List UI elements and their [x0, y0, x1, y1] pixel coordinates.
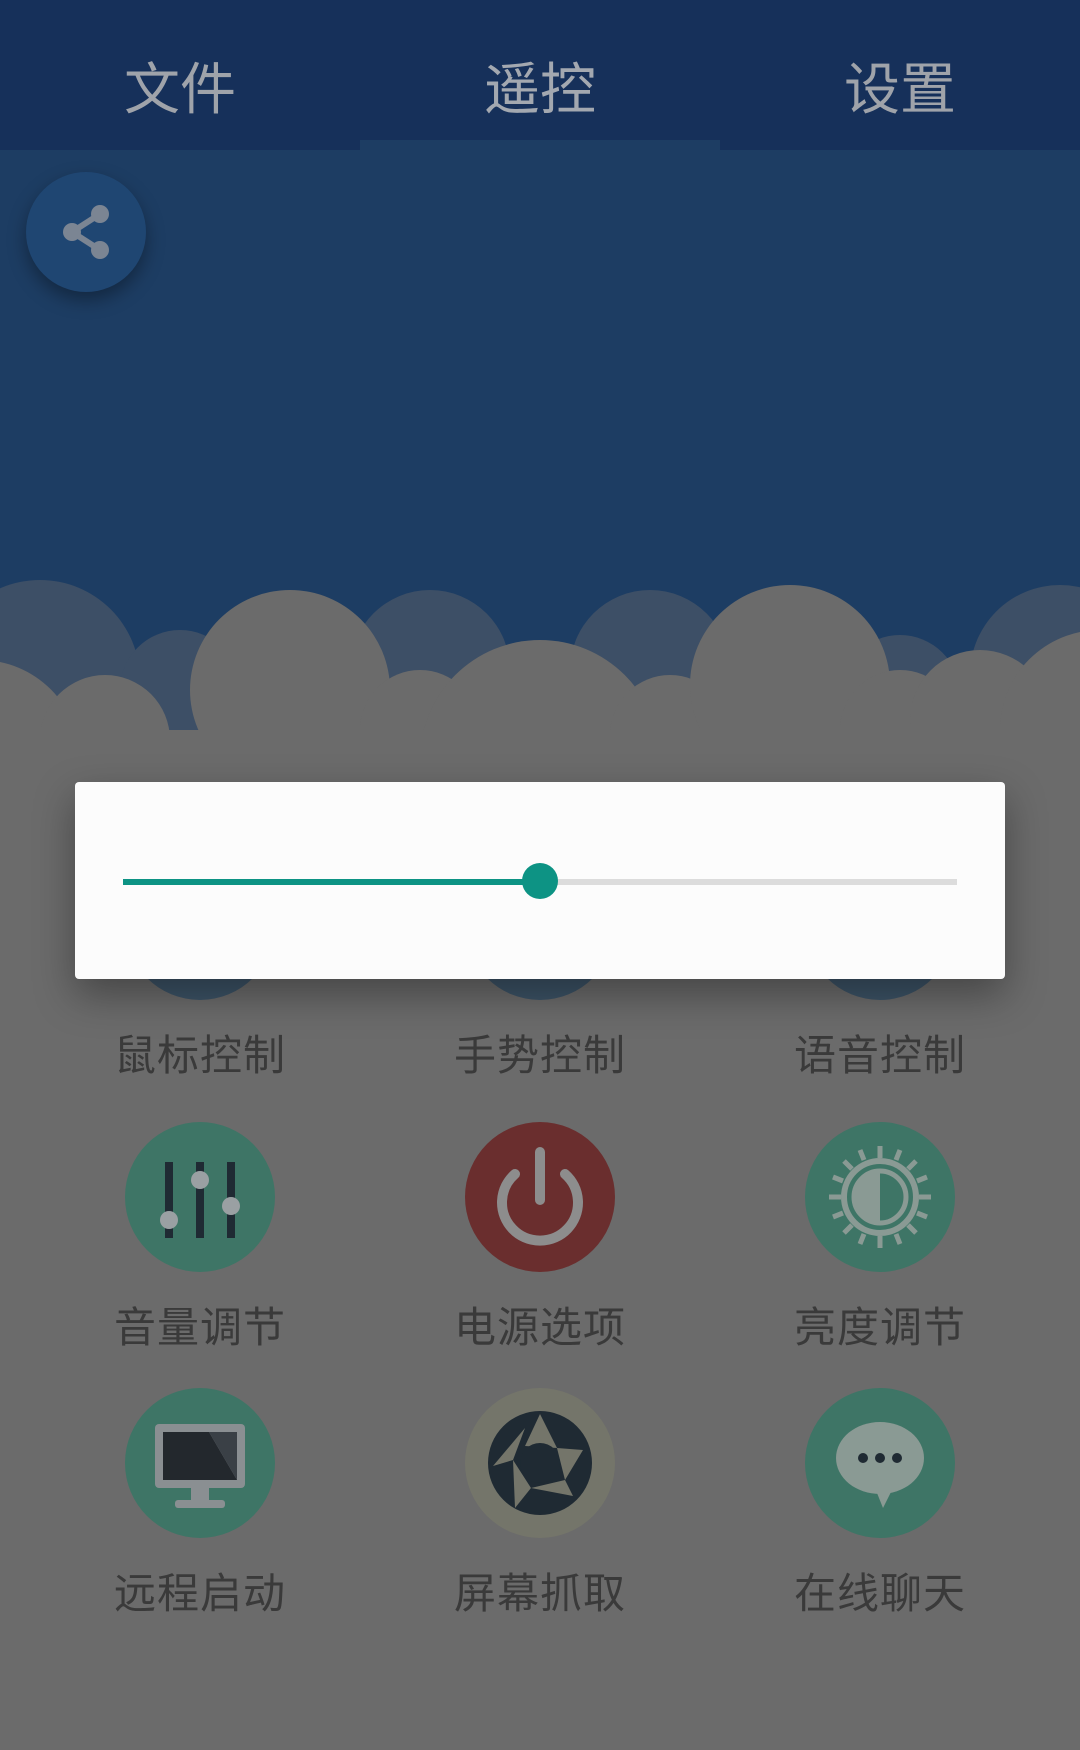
grid-item-label: 电源选项 [453, 1303, 626, 1352]
grid-item-label: 语音控制 [793, 1031, 966, 1080]
grid-item-label: 音量调节 [113, 1303, 286, 1352]
grid-item-label: 在线聊天 [793, 1569, 966, 1618]
grid-item-screen-capture[interactable]: 屏幕抓取 [390, 1388, 690, 1621]
monitor-icon [125, 1388, 275, 1538]
top-tab-bar: 文件 遥控 设置 [0, 0, 1080, 150]
share-button[interactable] [26, 172, 146, 292]
grid-item-volume[interactable]: 音量调节 [50, 1122, 350, 1355]
grid-item-remote-start[interactable]: 远程启动 [50, 1388, 350, 1621]
grid-item-label: 远程启动 [113, 1569, 286, 1618]
share-icon [63, 205, 109, 259]
brightness-icon [805, 1122, 955, 1272]
grid-item-label: 亮度调节 [793, 1303, 966, 1352]
tab-settings[interactable]: 设置 [720, 0, 1080, 150]
value-slider[interactable] [123, 863, 957, 899]
chat-bubble-icon [805, 1388, 955, 1538]
power-icon [465, 1122, 615, 1272]
equalizer-icon [125, 1122, 275, 1272]
cloud-decoration [0, 580, 1080, 800]
grid-item-brightness[interactable]: 亮度调节 [730, 1122, 1030, 1355]
grid-item-power[interactable]: 电源选项 [390, 1122, 690, 1355]
slider-fill [123, 879, 540, 885]
camera-shutter-icon [465, 1388, 615, 1538]
tab-files[interactable]: 文件 [0, 0, 360, 150]
grid-item-label: 鼠标控制 [113, 1031, 286, 1080]
slider-dialog [75, 782, 1005, 979]
slider-thumb[interactable] [522, 863, 558, 899]
grid-item-label: 屏幕抓取 [453, 1569, 626, 1618]
grid-item-online-chat[interactable]: 在线聊天 [730, 1388, 1030, 1621]
tab-remote[interactable]: 遥控 [360, 0, 720, 150]
grid-item-label: 手势控制 [453, 1031, 626, 1080]
